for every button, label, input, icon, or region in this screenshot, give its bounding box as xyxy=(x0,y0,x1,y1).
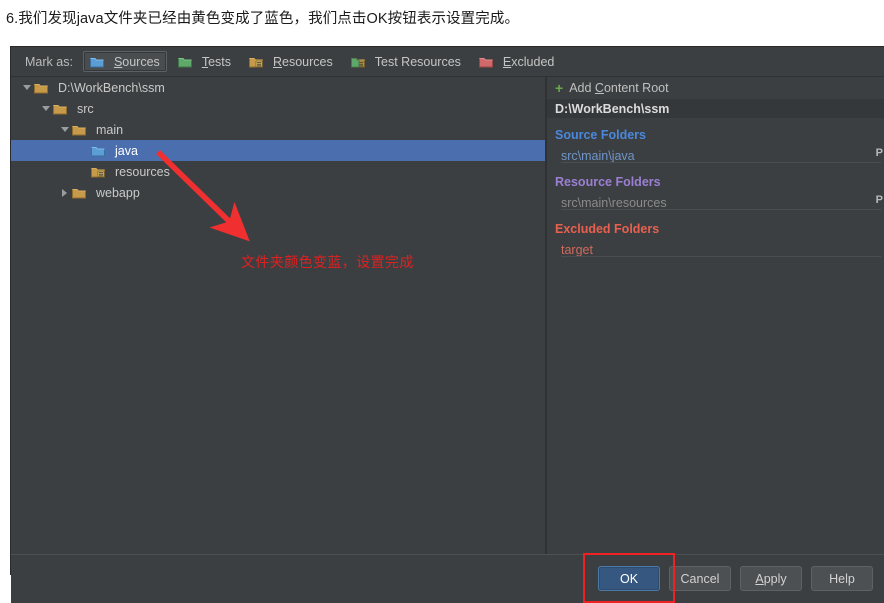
tree-node-webapp[interactable]: webapp xyxy=(11,182,545,203)
tree-node-resources[interactable]: resources xyxy=(11,161,545,182)
cancel-button-label: Cancel xyxy=(680,571,720,586)
apply-button[interactable]: Apply xyxy=(740,566,802,591)
package-prefix-icon[interactable]: P xyxy=(876,194,883,206)
ok-button-label: OK xyxy=(619,571,639,586)
folder-yellow-icon xyxy=(72,124,91,136)
red-note-annotation: 文件夹颜色变蓝，设置完成 xyxy=(241,254,414,270)
ok-button-wrapper: OK xyxy=(583,553,675,603)
folder-yellow-lines-icon xyxy=(91,166,110,178)
mark-as-button-label: Excluded xyxy=(502,54,555,69)
mark-as-button-label: Test Resources xyxy=(374,54,461,69)
tree-node-label: main xyxy=(96,122,124,137)
tree-node-label: java xyxy=(115,143,138,158)
tree-node-src[interactable]: src xyxy=(11,98,545,119)
page-caption: 6.我们发现java文件夹已经由黄色变成了蓝色，我们点击OK按钮表示设置完成。 xyxy=(6,11,520,27)
mark-as-excluded-button[interactable]: Excluded xyxy=(472,51,561,72)
package-prefix-icon[interactable]: P xyxy=(876,147,883,159)
folder-red-icon xyxy=(478,56,498,68)
row-divider xyxy=(561,162,881,163)
folder-yellow-icon xyxy=(72,187,91,199)
folder-group-heading-exc: Excluded Folders xyxy=(555,222,660,236)
mark-as-sources-button[interactable]: Sources xyxy=(82,51,167,72)
tree-node-label: resources xyxy=(115,164,170,179)
help-button[interactable]: Help xyxy=(811,566,873,591)
folder-group-heading-src: Source Folders xyxy=(555,128,646,142)
dialog-button-row: OK Cancel Apply Help xyxy=(583,553,873,603)
folder-groups: Source Folders src\main\java P Resource Fol… xyxy=(547,118,884,259)
row-divider xyxy=(561,256,881,257)
tree-rows: D:\WorkBench\ssm src main java resources weba… xyxy=(11,77,545,203)
folder-group-item[interactable]: src\main\java P xyxy=(547,146,884,165)
mark-as-test-resources-button[interactable]: Test Resources xyxy=(344,51,468,72)
folder-path-label: src\main\resources xyxy=(561,195,667,210)
folder-group-item[interactable]: src\main\resources P xyxy=(547,193,884,212)
tree-node-label: webapp xyxy=(96,185,140,200)
chevron-right-icon[interactable] xyxy=(57,188,72,197)
folder-yellow-icon xyxy=(53,103,72,115)
help-button-label: Help xyxy=(829,571,855,586)
chevron-down-icon[interactable] xyxy=(38,106,53,111)
mark-as-label: Mark as: xyxy=(25,54,73,69)
folder-blue-icon xyxy=(89,56,109,68)
mark-as-resources-button[interactable]: Resources xyxy=(242,51,340,72)
mark-as-toolbar: Mark as: Sources Tests Resources Test Resou… xyxy=(11,47,884,77)
dialog-footer: OK Cancel Apply Help xyxy=(11,553,884,603)
project-structure-dialog: Mark as: Sources Tests Resources Test Resou… xyxy=(10,46,884,603)
tree-node-label: D:\WorkBench\ssm xyxy=(58,80,165,95)
folder-green-yellow-lines-icon xyxy=(350,56,370,68)
folder-yellow-icon xyxy=(34,82,53,94)
folder-path-label: src\main\java xyxy=(561,148,635,163)
content-root-tree[interactable]: D:\WorkBench\ssm src main java resources weba… xyxy=(11,77,545,554)
dialog-body: D:\WorkBench\ssm src main java resources weba… xyxy=(11,77,884,554)
folder-green-icon xyxy=(177,56,197,68)
tree-node-label: src xyxy=(77,101,94,116)
folder-group-item[interactable]: target xyxy=(547,240,884,259)
chevron-down-icon[interactable] xyxy=(57,127,72,132)
mark-as-button-label: Resources xyxy=(273,54,333,69)
mark-as-button-label: Sources xyxy=(113,54,160,69)
chevron-down-icon[interactable] xyxy=(19,85,34,90)
mark-as-button-label: Tests xyxy=(201,54,231,69)
mark-as-tests-button[interactable]: Tests xyxy=(171,51,238,72)
content-root-path: D:\WorkBench\ssm xyxy=(547,99,884,118)
tree-node-d--workbench-ssm[interactable]: D:\WorkBench\ssm xyxy=(11,77,545,98)
apply-button-label: Apply xyxy=(755,571,787,586)
folder-group-heading-res: Resource Folders xyxy=(555,175,661,189)
plus-icon: + xyxy=(555,80,564,96)
content-root-detail-panel: + Add Content Root D:\WorkBench\ssm Sour… xyxy=(547,77,884,554)
tree-node-java[interactable]: java xyxy=(11,140,545,161)
row-divider xyxy=(561,209,881,210)
tree-node-main[interactable]: main xyxy=(11,119,545,140)
folder-blue-icon xyxy=(91,145,110,157)
folder-path-label: target xyxy=(561,242,593,257)
folder-yellow-lines-icon xyxy=(249,56,268,68)
ok-button[interactable]: OK xyxy=(598,566,660,591)
cancel-button[interactable]: Cancel xyxy=(669,566,731,591)
add-content-root-button[interactable]: + Add Content Root xyxy=(547,77,884,99)
mark-as-button-group: Sources Tests Resources Test Resources Exclu… xyxy=(82,51,565,72)
add-content-root-label: Add Content Root xyxy=(569,81,669,95)
